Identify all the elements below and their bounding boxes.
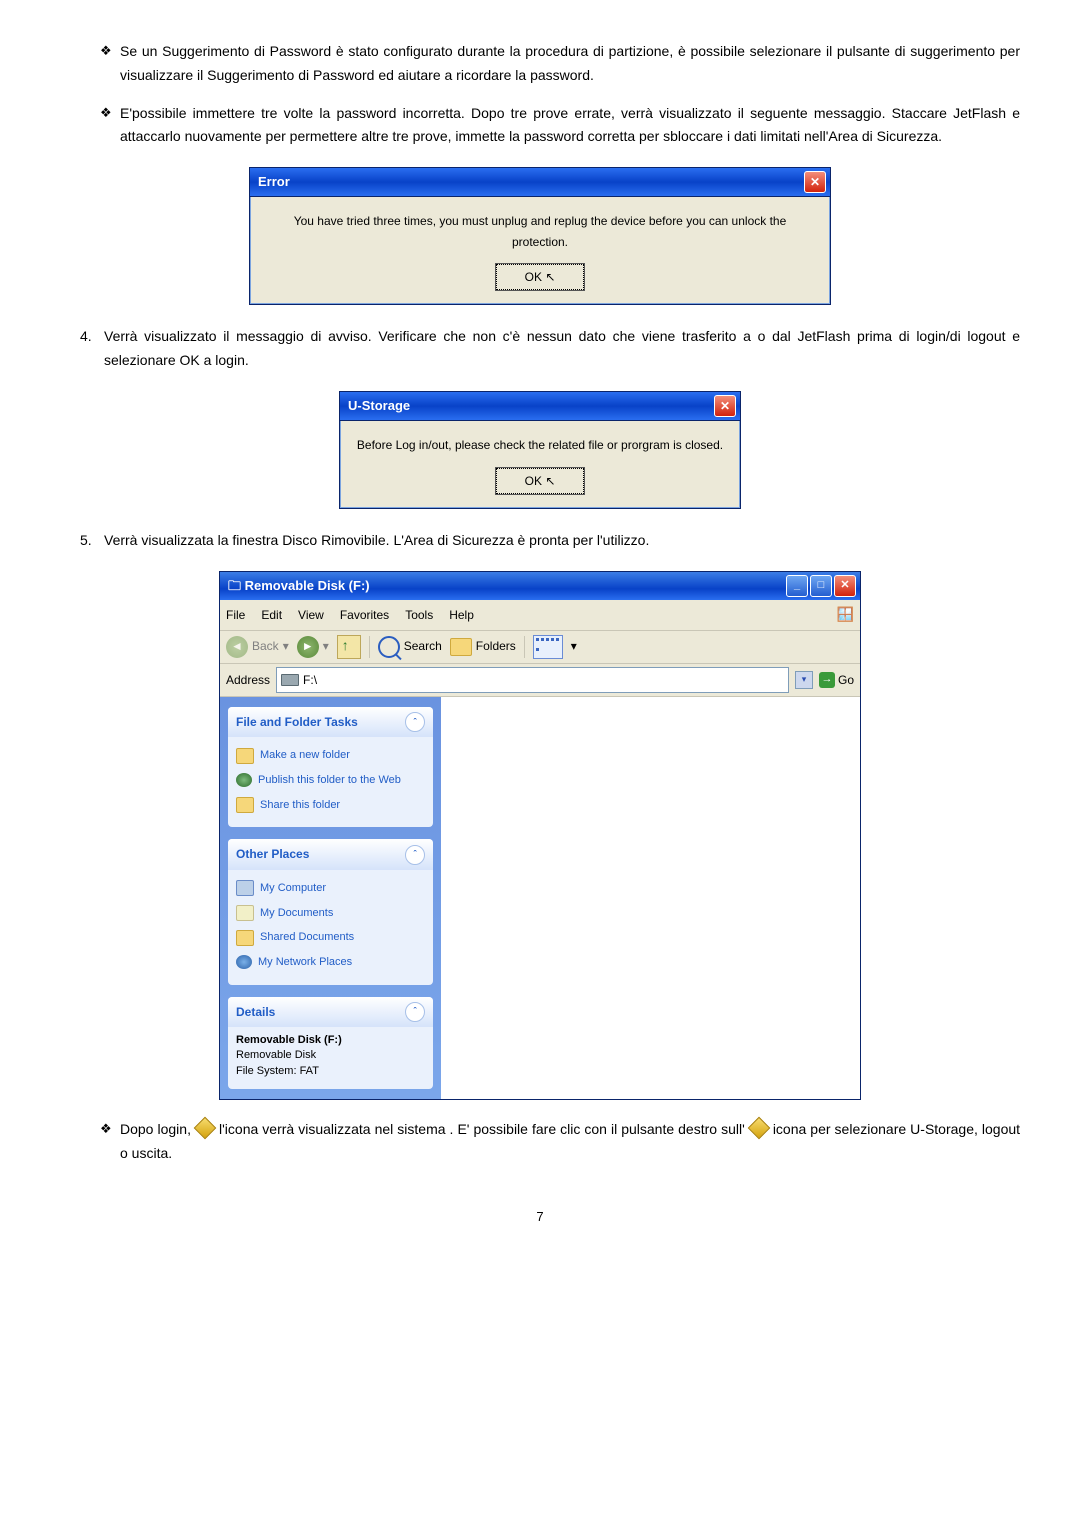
after-login-text: Dopo login, l'icona verrà visualizzata n…: [120, 1118, 1020, 1166]
forward-icon: ►: [297, 636, 319, 658]
new-folder-icon: [236, 748, 254, 764]
share-icon: [236, 797, 254, 813]
menu-help[interactable]: Help: [449, 605, 474, 625]
panel2-title: Other Places: [236, 844, 309, 864]
folders-icon: [450, 638, 472, 656]
details-disk-name: Removable Disk (F:): [236, 1033, 425, 1048]
close-icon[interactable]: ✕: [804, 171, 826, 193]
menu-edit[interactable]: Edit: [261, 605, 282, 625]
collapse-icon[interactable]: ˆ: [405, 712, 425, 732]
search-button[interactable]: Search: [378, 636, 442, 658]
page-number: 7: [60, 1206, 1020, 1228]
step-number-5: 5.: [80, 529, 104, 553]
address-dropdown-icon[interactable]: ▾: [795, 671, 813, 689]
back-button[interactable]: ◄ Back ▾: [226, 636, 289, 658]
panel3-title: Details: [236, 1002, 275, 1022]
step-text-4: Verrà visualizzato il messaggio di avvis…: [104, 325, 1020, 373]
details-filesystem: File System: FAT: [236, 1064, 425, 1079]
menu-view[interactable]: View: [298, 605, 324, 625]
task-share-folder[interactable]: Share this folder: [236, 793, 425, 818]
drive-icon: [281, 674, 299, 686]
my-computer-icon: [236, 880, 254, 896]
explorer-window: 🗀 Removable Disk (F:) _ □ ✕ File Edit Vi…: [219, 571, 861, 1100]
ustorage-message: Before Log in/out, please check the rela…: [356, 435, 724, 455]
address-field[interactable]: F:\: [276, 667, 789, 693]
details-disk-type: Removable Disk: [236, 1048, 425, 1063]
place-network-places[interactable]: My Network Places: [236, 950, 425, 975]
error-dialog-title: Error: [258, 171, 290, 193]
ustorage-title: U-Storage: [348, 395, 410, 417]
step-number-4: 4.: [80, 325, 104, 373]
menu-tools[interactable]: Tools: [405, 605, 433, 625]
explorer-content-pane[interactable]: [441, 697, 860, 1099]
menu-favorites[interactable]: Favorites: [340, 605, 389, 625]
place-shared-documents[interactable]: Shared Documents: [236, 925, 425, 950]
publish-icon: [236, 773, 252, 787]
ustorage-dialog: U-Storage ✕ Before Log in/out, please ch…: [339, 391, 741, 509]
bullet-marker: ❖: [100, 1118, 120, 1166]
bullet-text-2: E'possibile immettere tre volte la passw…: [120, 102, 1020, 150]
bullet-text-1: Se un Suggerimento di Password è stato c…: [120, 40, 1020, 88]
ok-button[interactable]: OK ↖: [496, 264, 585, 290]
tray-diamond-icon: [747, 1117, 770, 1140]
address-label: Address: [226, 670, 270, 690]
cursor-icon: ↖: [545, 267, 555, 287]
error-message: You have tried three times, you must unp…: [266, 211, 814, 252]
collapse-icon[interactable]: ˆ: [405, 1002, 425, 1022]
minimize-icon[interactable]: _: [786, 575, 808, 597]
folders-button[interactable]: Folders: [450, 636, 516, 656]
task-make-new-folder[interactable]: Make a new folder: [236, 743, 425, 768]
bullet-marker: ❖: [100, 102, 120, 150]
error-dialog: Error ✕ You have tried three times, you …: [249, 167, 831, 305]
shared-documents-icon: [236, 930, 254, 946]
step-text-5: Verrà visualizzata la finestra Disco Rim…: [104, 529, 1020, 553]
bullet-marker: ❖: [100, 40, 120, 88]
tray-diamond-icon: [194, 1117, 217, 1140]
collapse-icon[interactable]: ˆ: [405, 845, 425, 865]
ok-button[interactable]: OK ↖: [496, 468, 585, 494]
go-button[interactable]: → Go: [819, 670, 854, 690]
explorer-title: Removable Disk (F:): [245, 578, 370, 593]
close-icon[interactable]: ✕: [714, 395, 736, 417]
back-icon: ◄: [226, 636, 248, 658]
close-icon[interactable]: ✕: [834, 575, 856, 597]
cursor-icon: ↖: [545, 471, 555, 491]
task-publish-folder[interactable]: Publish this folder to the Web: [236, 768, 425, 793]
my-documents-icon: [236, 905, 254, 921]
menu-file[interactable]: File: [226, 605, 245, 625]
place-my-documents[interactable]: My Documents: [236, 901, 425, 926]
views-icon[interactable]: [533, 635, 563, 659]
go-arrow-icon: →: [819, 672, 835, 688]
place-my-computer[interactable]: My Computer: [236, 876, 425, 901]
maximize-icon[interactable]: □: [810, 575, 832, 597]
address-value: F:\: [303, 670, 317, 690]
windows-flag-icon: 🪟: [837, 603, 854, 627]
forward-button[interactable]: ► ▾: [297, 636, 329, 658]
panel1-title: File and Folder Tasks: [236, 712, 358, 732]
search-icon: [378, 636, 400, 658]
up-folder-icon[interactable]: [337, 635, 361, 659]
network-places-icon: [236, 955, 252, 969]
